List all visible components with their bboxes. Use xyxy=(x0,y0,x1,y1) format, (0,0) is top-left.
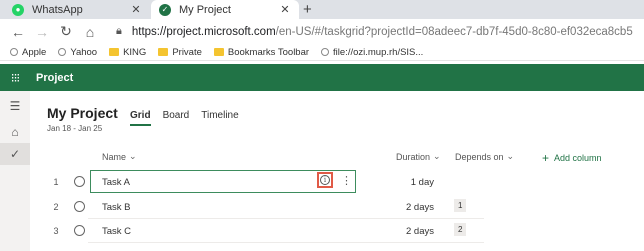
task-name[interactable]: Task B xyxy=(102,202,131,213)
app-header: ⁝⁝⁝ Project xyxy=(0,64,644,91)
project-dates: Jan 18 - Jan 25 xyxy=(47,124,103,133)
table-row[interactable]: 3 Task C 2 days 2 xyxy=(30,219,644,243)
bookmark-folder-private[interactable]: Private xyxy=(158,47,202,58)
add-column-button[interactable]: + Add column xyxy=(542,151,602,165)
new-tab-button[interactable]: + xyxy=(303,1,312,18)
bookmark-label: Bookmarks Toolbar xyxy=(227,46,310,58)
tab-title: My Project xyxy=(179,3,231,16)
column-header-depends-on[interactable]: Depends on ⌄ xyxy=(455,151,514,162)
bookmark-label: file://ozi.mup.rh/SIS... xyxy=(333,46,424,58)
reload-icon[interactable]: ↻ xyxy=(54,23,78,40)
plus-icon: + xyxy=(542,151,550,165)
row-number: 3 xyxy=(53,226,59,236)
tab-title: WhatsApp xyxy=(32,3,83,16)
row-number: 1 xyxy=(53,177,59,187)
table-row[interactable]: 1 Task A i ⋮ 1 day xyxy=(30,170,644,194)
tab-my-project[interactable]: ✓ My Project ✕ xyxy=(151,0,299,19)
project-title[interactable]: My Project xyxy=(47,105,118,121)
row-divider xyxy=(88,242,484,243)
bookmark-label: Yahoo xyxy=(70,46,98,58)
row-number: 2 xyxy=(53,202,59,212)
app-title[interactable]: Project xyxy=(36,72,73,84)
task-complete-checkbox[interactable] xyxy=(74,201,85,212)
url-host: https://project.microsoft.com xyxy=(131,25,276,38)
globe-icon xyxy=(321,48,330,56)
bookmark-label: Apple xyxy=(22,46,47,58)
view-switcher: Grid Board Timeline xyxy=(130,110,251,126)
bookmark-label: KING xyxy=(123,46,147,58)
bookmark-apple[interactable]: Apple xyxy=(10,47,46,58)
url-field[interactable]: 🔒︎ https://project.microsoft.com /en-US/… xyxy=(116,22,640,41)
dependency-badge[interactable]: 2 xyxy=(454,223,467,236)
lock-icon: 🔒︎ xyxy=(116,25,122,37)
folder-icon xyxy=(109,48,120,56)
menu-icon[interactable]: ☰ xyxy=(0,95,30,117)
whatsapp-icon: ● xyxy=(12,3,24,16)
task-duration[interactable]: 2 days xyxy=(404,226,434,237)
dependency-badge[interactable]: 1 xyxy=(454,199,467,212)
task-name[interactable]: Task C xyxy=(102,226,131,237)
folder-icon xyxy=(213,48,224,56)
forward-arrow-icon[interactable]: → xyxy=(30,24,54,40)
yahoo-icon xyxy=(58,48,67,56)
project-icon: ✓ xyxy=(159,3,171,16)
address-bar-row: ← → ↻ ⌂ 🔒︎ https://project.microsoft.com… xyxy=(0,19,644,44)
chevron-down-icon: ⌄ xyxy=(506,151,515,161)
home-icon[interactable]: ⌂ xyxy=(78,24,102,40)
more-options-icon[interactable]: ⋮ xyxy=(341,175,352,187)
column-label: Name xyxy=(102,151,127,162)
task-details-button[interactable]: i xyxy=(317,172,333,188)
bookmark-label: Private xyxy=(172,46,202,58)
close-tab-icon[interactable]: ✕ xyxy=(130,3,142,16)
bookmark-file[interactable]: file://ozi.mup.rh/SIS... xyxy=(321,47,423,58)
bookmarks-bar: Apple Yahoo KING Private Bookmarks Toolb… xyxy=(0,44,644,61)
add-column-label: Add column xyxy=(554,153,602,163)
task-complete-checkbox[interactable] xyxy=(74,225,85,236)
main-content: My Project Jan 18 - Jan 25 Grid Board Ti… xyxy=(30,91,644,251)
tab-whatsapp[interactable]: ● WhatsApp ✕ xyxy=(4,0,150,19)
home-icon[interactable]: ⌂ xyxy=(0,121,30,143)
task-complete-checkbox[interactable] xyxy=(74,176,85,187)
back-arrow-icon[interactable]: ← xyxy=(6,24,30,40)
bookmark-folder-toolbar[interactable]: Bookmarks Toolbar xyxy=(213,46,310,58)
close-tab-icon[interactable]: ✕ xyxy=(279,3,291,16)
apple-icon xyxy=(10,48,18,56)
table-row[interactable]: 2 Task B 2 days 1 xyxy=(30,195,644,219)
column-header-duration[interactable]: Duration ⌄ xyxy=(396,151,441,162)
column-label: Duration xyxy=(396,151,431,162)
info-icon: i xyxy=(320,175,330,185)
chevron-down-icon: ⌄ xyxy=(433,151,441,161)
tab-timeline[interactable]: Timeline xyxy=(201,110,238,126)
column-label: Depends on xyxy=(455,151,504,162)
left-rail: ☰ ⌂ ✓ xyxy=(0,91,30,251)
task-duration[interactable]: 2 days xyxy=(404,202,434,213)
tab-board[interactable]: Board xyxy=(163,110,190,126)
tab-grid[interactable]: Grid xyxy=(130,110,151,126)
task-name[interactable]: Task A xyxy=(102,177,130,188)
task-duration[interactable]: 1 day xyxy=(404,177,434,188)
bookmark-yahoo[interactable]: Yahoo xyxy=(58,47,97,58)
browser-tab-strip: ● WhatsApp ✕ ✓ My Project ✕ + xyxy=(0,0,644,19)
column-header-name[interactable]: Name ⌄ xyxy=(102,151,137,162)
bookmark-folder-king[interactable]: KING xyxy=(109,47,146,58)
checkmark-icon[interactable]: ✓ xyxy=(0,143,30,165)
url-path: /en-US/#/taskgrid?projectId=08adeec7-db7… xyxy=(275,25,633,38)
app-launcher-icon[interactable]: ⁝⁝⁝ xyxy=(0,71,30,85)
folder-icon xyxy=(158,48,169,56)
chevron-down-icon: ⌄ xyxy=(129,151,137,161)
